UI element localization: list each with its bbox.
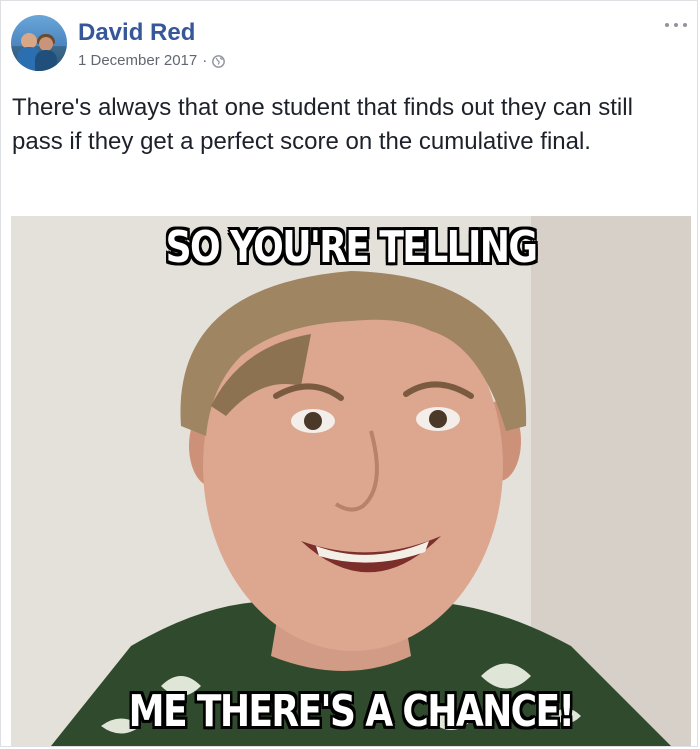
post-meta: David Red 1 December 2017 · — [78, 19, 226, 69]
more-options-icon[interactable] — [665, 19, 687, 31]
post-caption: There's always that one student that fin… — [12, 94, 633, 155]
author-name[interactable]: David Red — [78, 19, 225, 47]
meme-top-text: SO YOU'RE TELLING — [165, 222, 538, 273]
post-dateline: 1 December 2017 · — [78, 52, 226, 69]
author-avatar[interactable] — [11, 15, 67, 71]
facebook-post: David Red 1 December 2017 · There's alwa… — [0, 0, 698, 747]
meme-image[interactable]: SO YOU'RE TELLING ME THERE'S A CHANCE! — [11, 216, 691, 746]
dateline-separator: · — [202, 52, 208, 69]
post-header: David Red 1 December 2017 · — [11, 15, 226, 71]
post-date[interactable]: 1 December 2017 — [78, 52, 197, 69]
globe-icon — [212, 54, 226, 68]
meme-bottom-text: ME THERE'S A CHANCE! — [128, 686, 575, 737]
meme-illustration — [11, 216, 691, 746]
